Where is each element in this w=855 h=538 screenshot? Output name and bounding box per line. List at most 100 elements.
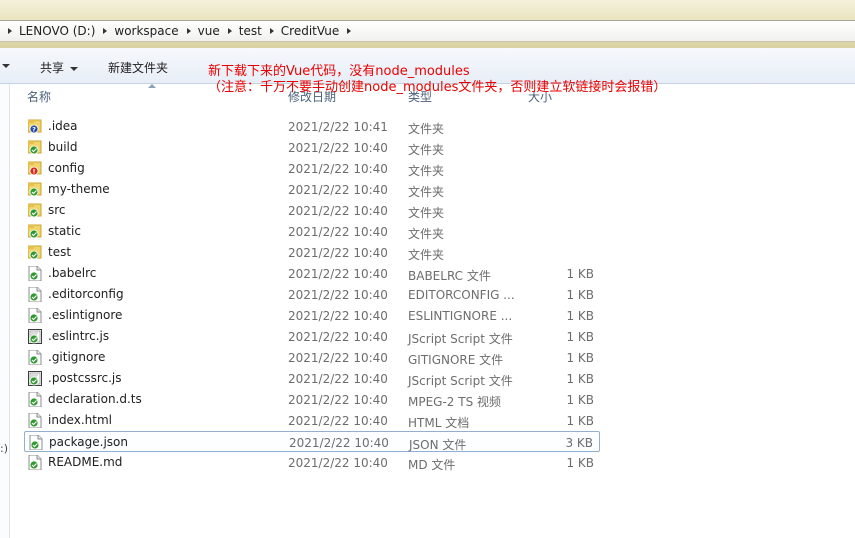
file-row[interactable]: .postcssrc.js 2021/2/22 10:40 JScript Scri… (24, 368, 600, 389)
file-size: 1 KB (566, 330, 594, 344)
new-folder-button[interactable]: 新建文件夹 (108, 59, 168, 76)
chevron-right-icon[interactable] (347, 28, 352, 34)
navigation-pane-label: :) (0, 442, 8, 455)
sort-ascending-icon (148, 84, 156, 88)
file-row[interactable]: .eslintignore 2021/2/22 10:40 ESLINTIGNORE… (24, 305, 600, 326)
file-date: 2021/2/22 10:40 (288, 204, 388, 218)
file-row[interactable]: .babelrc 2021/2/22 10:40 BABELRC 文件 1 KB (24, 263, 600, 284)
file-synced-icon (28, 286, 42, 303)
file-type: JScript Script 文件 (408, 332, 513, 346)
folder-conflict-icon: ! (27, 161, 42, 176)
file-synced-icon (28, 391, 42, 408)
chevron-right-icon[interactable] (103, 28, 108, 34)
file-type: ESLINTIGNORE ... (408, 309, 513, 323)
folder-synced-icon (27, 245, 42, 260)
file-type: HTML 文档 (408, 416, 470, 430)
file-name: index.html (48, 413, 112, 427)
svg-text:!: ! (33, 168, 36, 176)
folder-synced-icon (27, 224, 42, 239)
file-row[interactable]: README.md 2021/2/22 10:40 MD 文件 1 KB (24, 452, 600, 473)
file-row[interactable]: ? .idea 2021/2/22 10:41 文件夹 (24, 116, 600, 137)
file-synced-icon (28, 412, 42, 429)
file-synced-icon (28, 307, 42, 324)
file-name: config (48, 161, 85, 175)
file-name: .postcssrc.js (48, 371, 122, 385)
file-date: 2021/2/22 10:40 (288, 162, 388, 176)
svg-text:?: ? (32, 126, 36, 134)
script-synced-icon (28, 329, 42, 344)
file-date: 2021/2/22 10:40 (288, 309, 388, 323)
file-row[interactable]: src 2021/2/22 10:40 文件夹 (24, 200, 600, 221)
share-button[interactable]: 共享 (40, 59, 79, 76)
file-date: 2021/2/22 10:40 (288, 351, 388, 365)
breadcrumb[interactable]: LENOVO (D:) workspace vue test CreditVue (0, 20, 855, 42)
organize-dropdown-icon[interactable] (2, 64, 10, 68)
file-row[interactable]: my-theme 2021/2/22 10:40 文件夹 (24, 179, 600, 200)
breadcrumb-item-test[interactable]: test (239, 24, 262, 38)
navigation-pane-edge[interactable] (0, 84, 10, 538)
file-row[interactable]: build 2021/2/22 10:40 文件夹 (24, 137, 600, 158)
file-synced-icon (28, 454, 42, 471)
file-type: JScript Script 文件 (408, 374, 513, 388)
chevron-right-icon[interactable] (269, 28, 274, 34)
file-type: MPEG-2 TS 视频 (408, 395, 502, 409)
folder-synced-icon (27, 203, 42, 218)
file-type: 文件夹 (408, 248, 445, 262)
chevron-down-icon (70, 66, 79, 71)
chevron-right-icon[interactable] (227, 28, 232, 34)
file-size: 1 KB (566, 456, 594, 470)
file-type: GITIGNORE 文件 (408, 353, 504, 367)
file-row[interactable]: package.json 2021/2/22 10:40 JSON 文件 3 KB (24, 431, 600, 452)
file-date: 2021/2/22 10:40 (288, 225, 388, 239)
file-type: 文件夹 (408, 143, 445, 157)
chevron-right-icon[interactable] (186, 28, 191, 34)
breadcrumb-item-creditvue[interactable]: CreditVue (281, 24, 339, 38)
file-date: 2021/2/22 10:41 (288, 120, 388, 134)
file-type: 文件夹 (408, 185, 445, 199)
folder-unknown-icon: ? (27, 119, 42, 134)
annotation-line-2: （注意：千万不要手动创建node_modules文件夹，否则建立软链接时会报错） (208, 80, 667, 95)
file-name: build (48, 140, 78, 154)
file-date: 2021/2/22 10:40 (288, 267, 388, 281)
file-row[interactable]: index.html 2021/2/22 10:40 HTML 文档 1 KB (24, 410, 600, 431)
file-row[interactable]: .gitignore 2021/2/22 10:40 GITIGNORE 文件 1 K… (24, 347, 600, 368)
file-type: EDITORCONFIG ... (408, 288, 515, 302)
file-name: my-theme (48, 182, 110, 196)
file-size: 1 KB (566, 309, 594, 323)
file-row[interactable]: static 2021/2/22 10:40 文件夹 (24, 221, 600, 242)
file-size: 1 KB (566, 288, 594, 302)
breadcrumb-item-vue[interactable]: vue (198, 24, 220, 38)
file-name: declaration.d.ts (48, 392, 142, 406)
folder-synced-icon (27, 182, 42, 197)
file-name: .idea (48, 119, 78, 133)
file-name: package.json (49, 435, 129, 449)
file-row[interactable]: declaration.d.ts 2021/2/22 10:40 MPEG-2 TS… (24, 389, 600, 410)
file-date: 2021/2/22 10:40 (288, 456, 388, 470)
file-row[interactable]: ! config 2021/2/22 10:40 文件夹 (24, 158, 600, 179)
breadcrumb-item-drive[interactable]: LENOVO (D:) (19, 24, 95, 38)
file-row[interactable]: test 2021/2/22 10:40 文件夹 (24, 242, 600, 263)
file-synced-icon (28, 349, 42, 366)
file-size: 3 KB (565, 436, 593, 450)
chevron-right-icon[interactable] (8, 28, 12, 34)
file-date: 2021/2/22 10:40 (288, 330, 388, 344)
file-name: src (48, 203, 66, 217)
file-row[interactable]: .eslintrc.js 2021/2/22 10:40 JScript Scrip… (24, 326, 600, 347)
column-header-name[interactable]: 名称 (27, 88, 51, 105)
file-type: 文件夹 (408, 227, 445, 241)
annotation-line-1: 新下载下来的Vue代码，没有node_modules (208, 64, 470, 79)
file-date: 2021/2/22 10:40 (288, 246, 388, 260)
script-synced-icon (28, 371, 42, 386)
file-size: 1 KB (566, 372, 594, 386)
file-type: 文件夹 (408, 206, 445, 220)
file-name: .gitignore (48, 350, 106, 364)
file-synced-icon (28, 265, 42, 282)
file-type: 文件夹 (408, 164, 445, 178)
file-name: .eslintignore (48, 308, 123, 322)
folder-synced-icon (27, 140, 42, 155)
file-synced-icon (29, 434, 43, 451)
breadcrumb-item-workspace[interactable]: workspace (114, 24, 178, 38)
file-row[interactable]: .editorconfig 2021/2/22 10:40 EDITORCONFIG… (24, 284, 600, 305)
file-type: BABELRC 文件 (408, 269, 491, 283)
annotation-note: 新下载下来的Vue代码，没有node_modules （注意：千万不要手动创建n… (208, 64, 666, 96)
